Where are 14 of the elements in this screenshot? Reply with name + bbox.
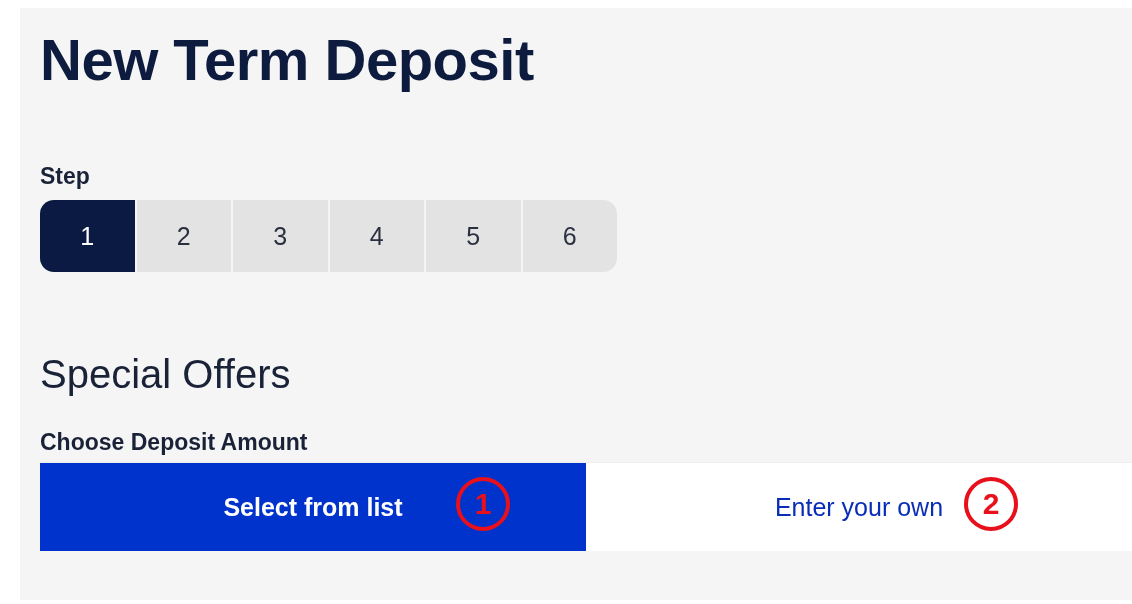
annotation-marker: 1 [456,477,510,531]
step-label: Step [40,162,91,190]
section-title: Special Offers [40,351,292,398]
step-tab[interactable]: 4 [329,200,424,272]
page-title: New Term Deposit [40,26,535,94]
step-tab[interactable]: 5 [426,200,521,272]
deposit-amount-label: Choose Deposit Amount [40,428,309,456]
annotation-marker: 2 [964,477,1018,531]
step-tab[interactable]: 3 [233,200,328,272]
step-tab[interactable]: 1 [40,200,135,272]
step-tab[interactable]: 2 [136,200,231,272]
option-tab[interactable]: Select from list 1 [40,462,586,551]
option-tab[interactable]: Enter your own 2 [586,462,1132,551]
step-tab[interactable]: 6 [522,200,617,272]
